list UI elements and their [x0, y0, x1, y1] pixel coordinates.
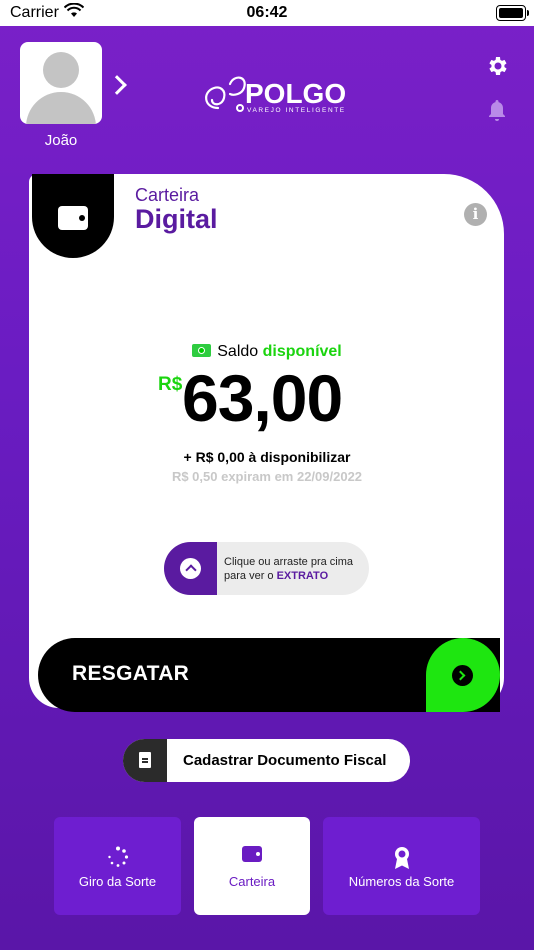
nav-numeros-da-sorte[interactable]: Números da Sorte	[323, 817, 480, 915]
bell-icon[interactable]	[485, 98, 509, 124]
wallet-icon	[58, 206, 88, 230]
resgatar-label: RESGATAR	[72, 662, 190, 685]
username: João	[44, 132, 78, 149]
wallet-icon	[242, 846, 262, 862]
nav-label: Carteira	[228, 874, 276, 889]
avatar[interactable]	[20, 42, 102, 124]
logo-text: POLGO	[245, 78, 346, 109]
nav-carteira[interactable]: Carteira	[194, 817, 310, 915]
nav-label: Números da Sorte	[348, 874, 455, 889]
arrow-right-icon	[452, 665, 473, 686]
card-title-small: Carteira	[135, 185, 200, 205]
extrato-hint-strong: EXTRATO	[276, 570, 329, 582]
fiscal-document-label: Cadastrar Documento Fiscal	[183, 752, 387, 769]
battery-icon	[496, 5, 529, 21]
logo-tagline: VAREJO INTELIGENTE	[247, 107, 346, 114]
wallet-card	[29, 174, 504, 708]
document-icon	[139, 752, 151, 768]
saldo-row: Saldo disponível	[0, 343, 534, 361]
fiscal-icon-wrap	[123, 739, 167, 782]
resgatar-go-button[interactable]	[426, 638, 500, 712]
expire-notice: R$ 0,50 expiram em 22/09/2022	[171, 469, 363, 484]
info-icon[interactable]: i	[464, 203, 487, 226]
gear-icon[interactable]	[485, 54, 509, 78]
status-bar: Carrier 06:42	[0, 0, 534, 26]
nav-label: Giro da Sorte	[78, 874, 157, 889]
extrato-hint: Clique ou arraste pra cima para ver o EX…	[224, 555, 364, 583]
chevron-up-icon	[180, 558, 201, 579]
chevron-right-icon[interactable]	[107, 75, 127, 95]
clock: 06:42	[246, 4, 288, 21]
polgo-logo: POLGO VAREJO INTELIGENTE	[205, 76, 346, 114]
nav-giro-da-sorte[interactable]: Giro da Sorte	[54, 817, 181, 915]
balance-amount: 63,00	[182, 361, 343, 435]
currency-label: R$	[158, 374, 183, 395]
card-title-big: Digital	[135, 204, 218, 234]
extrato-up-button[interactable]	[164, 542, 217, 595]
wallet-badge	[32, 174, 114, 258]
money-icon	[192, 344, 212, 357]
saldo-status: disponível	[262, 343, 342, 360]
pending-amount: + R$ 0,00 à disponibilizar	[183, 449, 351, 465]
award-icon	[394, 847, 409, 869]
saldo-label: Saldo	[217, 343, 259, 360]
spinner-icon	[107, 846, 128, 867]
